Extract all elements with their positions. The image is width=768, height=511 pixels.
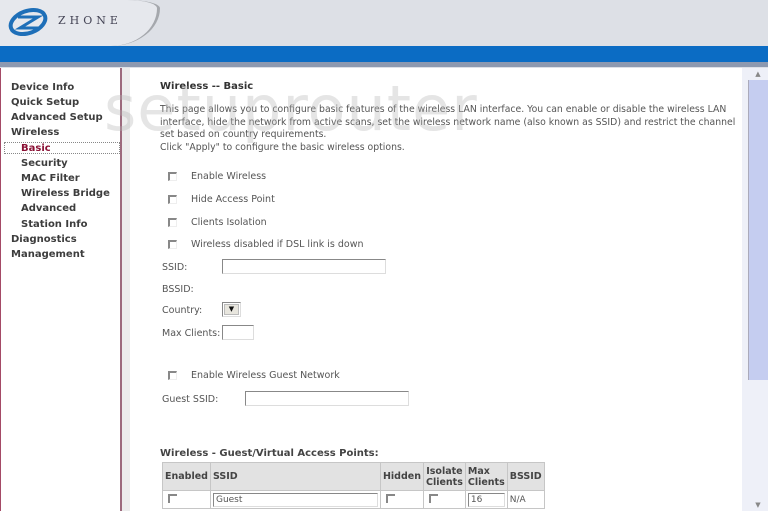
scroll-down-icon[interactable]: ▼	[748, 499, 768, 511]
row-hidden-checkbox[interactable]	[385, 493, 395, 503]
row-hidden-cell	[379, 490, 424, 509]
hide-access-point-checkbox[interactable]	[168, 195, 177, 204]
sidebar-item-wireless-bridge[interactable]: Wireless Bridge	[21, 188, 110, 199]
sidebar-item-management[interactable]: Management	[11, 249, 85, 260]
sidebar-item-station-info[interactable]: Station Info	[21, 219, 87, 230]
chevron-down-icon[interactable]: ▼	[224, 304, 239, 315]
zhone-logo-icon	[8, 7, 48, 37]
brand-name: ZHONE	[58, 14, 122, 27]
sidebar-item-quick-setup[interactable]: Quick Setup	[11, 97, 79, 108]
sidebar-item-mac-filter[interactable]: MAC Filter	[21, 173, 80, 184]
row-enabled-cell	[162, 490, 211, 509]
row-ssid-input[interactable]: Guest	[212, 492, 378, 507]
ssid-input[interactable]	[222, 259, 386, 274]
description-apply-text: Click "Apply" to configure the basic wir…	[160, 141, 405, 153]
sidebar-item-advanced[interactable]: Advanced	[21, 203, 76, 214]
dsl-disable-checkbox[interactable]	[168, 240, 177, 249]
description-text: This page allows you to configure basic …	[160, 104, 736, 140]
col-max-clients: Max Clients	[464, 462, 508, 491]
col-enabled: Enabled	[162, 462, 211, 491]
sidebar-item-diagnostics[interactable]: Diagnostics	[11, 234, 77, 245]
main-content: Wireless -- Basic This page allows you t…	[130, 68, 742, 511]
hide-access-point-row: Hide Access Point	[168, 194, 275, 205]
sidebar-item-security[interactable]: Security	[21, 158, 68, 169]
page-description: This page allows you to configure basic …	[160, 104, 740, 154]
col-hidden: Hidden	[379, 462, 424, 491]
table-row: Guest 16 N/A	[162, 490, 545, 509]
col-bssid: BSSID	[506, 462, 545, 491]
guest-ssid-label: Guest SSID:	[162, 394, 219, 405]
ap-table-title: Wireless - Guest/Virtual Access Points:	[160, 448, 379, 459]
scroll-up-icon[interactable]: ▲	[748, 68, 768, 80]
country-select[interactable]: ▼	[222, 302, 241, 317]
enable-wireless-row: Enable Wireless	[168, 171, 266, 182]
col-ssid: SSID	[209, 462, 381, 491]
hide-access-point-label: Hide Access Point	[191, 194, 275, 205]
scrollbar-thumb[interactable]	[748, 80, 768, 380]
sidebar-item-wireless[interactable]: Wireless	[11, 127, 59, 138]
max-clients-label: Max Clients:	[162, 328, 221, 339]
page-title: Wireless -- Basic	[160, 81, 254, 92]
enable-wireless-checkbox[interactable]	[168, 172, 177, 181]
country-label: Country:	[162, 305, 203, 316]
vertical-scrollbar[interactable]: ▲ ▼	[742, 68, 768, 511]
dsl-disable-label: Wireless disabled if DSL link is down	[191, 239, 364, 250]
guest-network-row: Enable Wireless Guest Network	[168, 370, 340, 381]
guest-network-label: Enable Wireless Guest Network	[191, 370, 340, 381]
dsl-disable-row: Wireless disabled if DSL link is down	[168, 239, 364, 250]
header-band	[0, 46, 768, 62]
content-gutter	[122, 68, 130, 511]
row-max-clients-cell: 16	[464, 490, 508, 509]
header: ZHONE	[0, 0, 768, 68]
max-clients-input[interactable]	[222, 325, 254, 340]
sidebar-item-basic[interactable]: Basic	[21, 143, 51, 154]
table-header-row: Enabled SSID Hidden Isolate Clients Max …	[162, 462, 545, 491]
row-bssid-cell: N/A	[506, 490, 545, 509]
row-ssid-cell: Guest	[209, 490, 381, 509]
clients-isolation-label: Clients Isolation	[191, 217, 267, 228]
guest-ssid-input[interactable]	[245, 391, 409, 406]
row-isolate-cell	[422, 490, 466, 509]
col-isolate-clients: Isolate Clients	[422, 462, 466, 491]
ssid-label: SSID:	[162, 262, 188, 273]
clients-isolation-row: Clients Isolation	[168, 217, 267, 228]
row-isolate-checkbox[interactable]	[428, 493, 438, 503]
row-enabled-checkbox[interactable]	[168, 493, 177, 503]
virtual-ap-table: Enabled SSID Hidden Isolate Clients Max …	[162, 462, 545, 509]
sidebar-item-advanced-setup[interactable]: Advanced Setup	[11, 112, 103, 123]
bssid-label: BSSID:	[162, 284, 194, 295]
enable-wireless-label: Enable Wireless	[191, 171, 267, 182]
guest-network-checkbox[interactable]	[168, 371, 177, 380]
row-max-clients-input[interactable]: 16	[467, 492, 505, 507]
sidebar-nav: Device Info Quick Setup Advanced Setup W…	[0, 68, 122, 511]
sidebar-item-device-info[interactable]: Device Info	[11, 82, 74, 93]
header-divider	[0, 62, 768, 67]
clients-isolation-checkbox[interactable]	[168, 218, 177, 227]
